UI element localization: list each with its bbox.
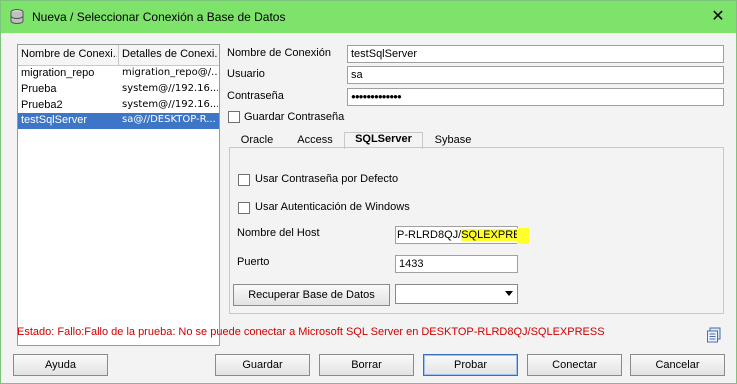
row-name: Prueba2 — [21, 99, 63, 111]
tab-sybase[interactable]: Sybase — [427, 134, 479, 148]
host-label: Nombre del Host — [237, 227, 320, 239]
column-header-details[interactable]: Detalles de Conexi... — [122, 48, 218, 60]
table-row[interactable]: Prueba2 system@//192.16... — [18, 98, 219, 114]
database-icon — [10, 9, 24, 24]
row-details: sa@//DESKTOP-R... — [122, 114, 216, 125]
default-password-label: Usar Contraseña por Defecto — [255, 173, 399, 185]
row-name: migration_repo — [21, 67, 95, 79]
save-button[interactable]: Guardar — [215, 354, 310, 376]
row-details: system@//192.16... — [122, 99, 218, 110]
tab-access[interactable]: Access — [291, 134, 339, 148]
user-label: Usuario — [227, 68, 265, 80]
title-bar: Nueva / Seleccionar Conexión a Base de D… — [1, 1, 736, 33]
port-input[interactable]: 1433 — [395, 255, 518, 273]
table-row[interactable]: migration_repo migration_repo@/... — [18, 66, 219, 82]
host-input[interactable]: P-RLRD8QJ/SQLEXPRESS — [395, 226, 518, 244]
row-name: Prueba — [21, 83, 57, 95]
row-name: testSqlServer — [21, 114, 88, 126]
database-select[interactable] — [395, 284, 518, 304]
password-label: Contraseña — [227, 90, 284, 102]
user-input[interactable]: sa — [347, 66, 724, 84]
delete-button[interactable]: Borrar — [319, 354, 414, 376]
connections-table[interactable]: Nombre de Conexi... Detalles de Conexi..… — [17, 44, 220, 346]
table-row-selected[interactable]: testSqlServer sa@//DESKTOP-R... — [18, 113, 219, 129]
connect-button[interactable]: Conectar — [527, 354, 622, 376]
column-header-name[interactable]: Nombre de Conexi... — [21, 48, 117, 60]
host-value-highlight: SQLEXPRESS — [461, 229, 517, 241]
dialog-window: Nueva / Seleccionar Conexión a Base de D… — [0, 0, 737, 384]
host-value: P-RLRD8QJ/ — [397, 229, 462, 241]
password-input[interactable]: ●●●●●●●●●●●●● — [347, 88, 724, 106]
table-row[interactable]: Prueba system@//192.16... — [18, 82, 219, 98]
connection-name-label: Nombre de Conexión — [227, 47, 331, 59]
status-message: Estado: Fallo:Fallo de la prueba: No se … — [17, 326, 605, 338]
row-details: system@//192.16... — [122, 83, 218, 94]
chevron-down-icon — [505, 291, 513, 296]
windows-auth-label: Usar Autenticación de Windows — [255, 201, 410, 213]
save-password-label: Guardar Contraseña — [244, 111, 345, 123]
default-password-checkbox[interactable] — [238, 174, 250, 186]
copy-icon[interactable] — [706, 327, 722, 343]
recover-database-button[interactable]: Recuperar Base de Datos — [233, 284, 390, 306]
save-password-checkbox[interactable] — [228, 111, 240, 123]
test-button[interactable]: Probar — [423, 354, 518, 376]
connection-name-input[interactable]: testSqlServer — [347, 45, 724, 63]
row-details: migration_repo@/... — [122, 67, 218, 78]
tab-oracle[interactable]: Oracle — [236, 134, 278, 148]
windows-auth-checkbox[interactable] — [238, 202, 250, 214]
close-icon[interactable]: ✕ — [708, 7, 728, 27]
highlight-mark — [517, 228, 529, 244]
port-label: Puerto — [237, 256, 270, 268]
cancel-button[interactable]: Cancelar — [630, 354, 725, 376]
help-button[interactable]: Ayuda — [13, 354, 108, 376]
table-header: Nombre de Conexi... Detalles de Conexi..… — [18, 45, 219, 66]
window-title: Nueva / Seleccionar Conexión a Base de D… — [32, 10, 286, 24]
column-divider[interactable] — [118, 45, 119, 65]
